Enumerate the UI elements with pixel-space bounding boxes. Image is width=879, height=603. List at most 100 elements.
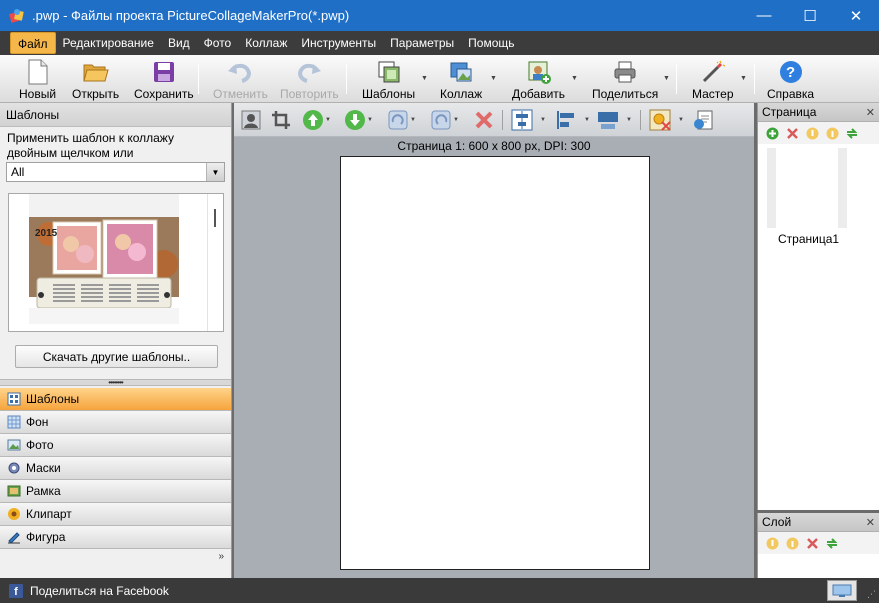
refresh-icon[interactable]	[845, 126, 859, 140]
page-thumbnail-label: Страница1	[778, 232, 840, 246]
menu-edit[interactable]: Редактирование	[56, 32, 161, 54]
category-photo[interactable]: Фото	[0, 434, 231, 457]
save-button[interactable]: Сохранить	[134, 59, 194, 101]
page-thumbnail[interactable]	[767, 148, 847, 228]
collage-dropdown-arrow[interactable]: ▼	[490, 75, 497, 82]
facebook-icon: f	[9, 583, 23, 598]
chevron-down-icon[interactable]: ▼	[206, 163, 224, 181]
category-label: Шаблоны	[26, 392, 80, 406]
help-label: Справка	[767, 87, 815, 101]
menu-tools[interactable]: Инструменты	[294, 32, 383, 54]
minimize-button[interactable]: —	[741, 0, 787, 31]
effects-icon[interactable]	[648, 108, 672, 132]
collage-page[interactable]	[340, 156, 650, 570]
person-icon[interactable]	[239, 108, 263, 132]
help-button[interactable]: ? Справка	[767, 59, 814, 101]
move-page-down-icon[interactable]	[825, 126, 839, 140]
layer-up-icon[interactable]	[765, 536, 779, 550]
page-thumbnail-edge	[838, 148, 847, 228]
redo-button[interactable]: Повторить	[280, 59, 339, 101]
template-list[interactable]: 2015	[8, 193, 224, 332]
template-list-scrollbar[interactable]	[207, 194, 223, 331]
fullscreen-button[interactable]	[827, 580, 857, 601]
printer-icon	[612, 59, 638, 85]
delete-page-icon[interactable]	[785, 126, 799, 140]
menu-file[interactable]: Файл	[10, 32, 56, 54]
chevron-down-icon[interactable]: ▼	[584, 117, 590, 123]
menu-help[interactable]: Помощь	[461, 32, 521, 54]
open-button[interactable]: Открыть	[72, 59, 119, 101]
properties-icon[interactable]	[692, 108, 716, 132]
templates-icon	[6, 392, 21, 407]
monitor-icon	[832, 584, 852, 597]
background-grid-icon	[6, 415, 21, 430]
open-label: Открыть	[72, 87, 120, 101]
category-clipart[interactable]: Клипарт	[0, 503, 231, 526]
maximize-button[interactable]: ☐	[787, 0, 833, 31]
share-facebook-link[interactable]: f Поделиться на Facebook	[9, 583, 169, 598]
wizard-dropdown-arrow[interactable]: ▼	[740, 75, 747, 82]
delete-icon[interactable]	[472, 108, 496, 132]
align-left-icon[interactable]	[554, 108, 578, 132]
chevron-down-icon[interactable]: ▼	[367, 117, 373, 123]
delete-layer-icon[interactable]	[805, 536, 819, 550]
floppy-disk-icon	[151, 59, 177, 85]
toolbar-separator	[754, 64, 755, 94]
chevron-down-icon[interactable]: ▼	[410, 117, 416, 123]
expand-more-icon[interactable]: »	[218, 552, 224, 562]
rotate-left-icon[interactable]	[429, 108, 453, 132]
menu-collage[interactable]: Коллаж	[238, 32, 294, 54]
chevron-down-icon[interactable]: ▼	[325, 117, 331, 123]
close-icon[interactable]: ✕	[866, 106, 875, 119]
wizard-button[interactable]: Мастер	[692, 59, 734, 101]
category-masks[interactable]: Маски	[0, 457, 231, 480]
menu-view[interactable]: Вид	[161, 32, 197, 54]
new-button[interactable]: Новый	[19, 59, 56, 101]
add-page-icon[interactable]	[765, 126, 779, 140]
chevron-down-icon[interactable]: ▼	[678, 117, 684, 123]
menu-settings[interactable]: Параметры	[383, 32, 461, 54]
add-button[interactable]: Добавить	[512, 59, 565, 101]
redo-label: Повторить	[280, 87, 339, 101]
add-dropdown-arrow[interactable]: ▼	[571, 75, 578, 82]
title-bar: .pwp - Файлы проекта PictureCollageMaker…	[0, 0, 879, 31]
chevron-down-icon[interactable]: ▼	[626, 117, 632, 123]
crop-icon[interactable]	[269, 108, 293, 132]
undo-button[interactable]: Отменить	[213, 59, 268, 101]
main-toolbar: Новый Открыть Сохранить Отменить Повтори…	[0, 55, 879, 103]
templates-button[interactable]: Шаблоны	[362, 59, 415, 101]
resize-grip-icon[interactable]: ⋰	[867, 589, 876, 600]
page-panel-header: Страница ✕	[758, 103, 879, 122]
share-label: Поделиться	[592, 87, 659, 101]
scrollbar-thumb[interactable]	[214, 209, 216, 227]
panel-title: Шаблоны	[0, 103, 231, 127]
close-button[interactable]: ✕	[833, 0, 879, 31]
page-layout-icon[interactable]	[596, 108, 620, 132]
templates-dropdown-arrow[interactable]: ▼	[421, 75, 428, 82]
rotate-right-icon[interactable]	[386, 108, 410, 132]
category-frame[interactable]: Рамка	[0, 480, 231, 503]
template-thumbnail[interactable]: 2015	[29, 194, 179, 324]
bring-forward-icon[interactable]	[301, 108, 325, 132]
add-label: Добавить	[512, 87, 566, 101]
collage-button[interactable]: Коллаж	[440, 59, 482, 101]
send-backward-icon[interactable]	[343, 108, 367, 132]
refresh-icon[interactable]	[825, 536, 839, 550]
chevron-down-icon[interactable]: ▼	[540, 117, 546, 123]
move-page-up-icon[interactable]	[805, 126, 819, 140]
template-filter-dropdown[interactable]: All ▼	[6, 162, 225, 182]
share-dropdown-arrow[interactable]: ▼	[663, 75, 670, 82]
share-button[interactable]: Поделиться	[592, 59, 658, 101]
align-center-icon[interactable]	[510, 108, 534, 132]
download-templates-button[interactable]: Скачать другие шаблоны..	[15, 345, 218, 368]
category-background[interactable]: Фон	[0, 411, 231, 434]
chevron-down-icon[interactable]: ▼	[453, 117, 459, 123]
sunflower-icon	[6, 507, 21, 522]
panel-splitter[interactable]: ••••••••	[0, 378, 231, 386]
layer-down-icon[interactable]	[785, 536, 799, 550]
close-icon[interactable]: ✕	[866, 516, 875, 529]
category-templates[interactable]: Шаблоны	[0, 388, 231, 411]
menu-photo[interactable]: Фото	[197, 32, 239, 54]
category-shape[interactable]: Фигура	[0, 526, 231, 549]
collage-label: Коллаж	[440, 87, 483, 101]
